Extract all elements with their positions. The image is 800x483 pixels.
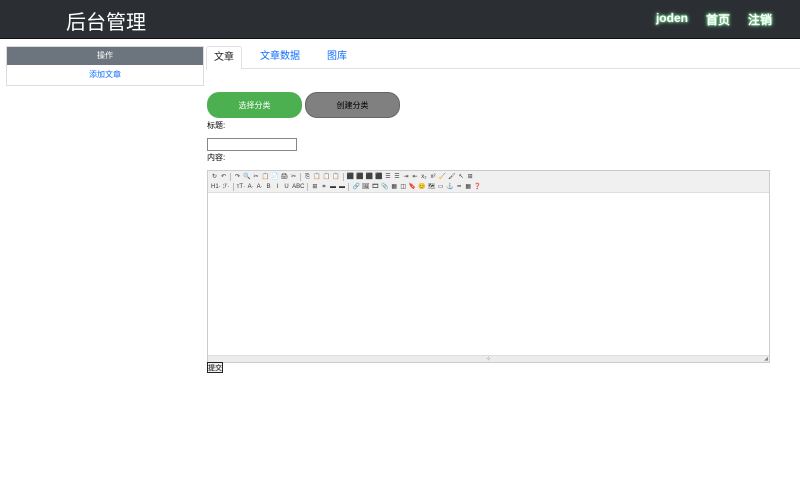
toolbar-r2-button-18-icon[interactable]: ◫ [400, 183, 407, 191]
toolbar-separator [307, 183, 309, 191]
editor-statusbar: ⊹ [208, 355, 769, 362]
toolbar-r1-button-3-icon[interactable]: 🔍 [243, 173, 250, 181]
toolbar-r1-button-2-icon[interactable]: ↷ [234, 173, 241, 181]
toolbar-r1-button-14-icon[interactable]: ⬛ [356, 173, 363, 181]
toolbar-r1-button-23-icon[interactable]: 🧹 [438, 173, 445, 181]
toolbar-r2-button-5-icon[interactable]: B [265, 183, 272, 191]
toolbar-r1-button-26-icon[interactable]: ⊞ [467, 173, 474, 181]
content-label: 内容: [207, 153, 226, 162]
title-input[interactable] [207, 138, 297, 151]
toolbar-r1-button-0-icon[interactable]: ↻ [211, 173, 218, 181]
nav-links: joden 首页 注销 [656, 11, 772, 28]
toolbar-r2-button-9-icon[interactable]: ⊞ [311, 183, 318, 191]
toolbar-r2-button-20-icon[interactable]: 😊 [418, 183, 425, 191]
editor-corner-resize-icon[interactable]: ◢ [764, 356, 768, 362]
choose-category-button[interactable]: 选择分类 [207, 92, 302, 118]
toolbar-r2-button-2-icon[interactable]: ᴛT· [237, 183, 245, 191]
toolbar-r1-button-7-icon[interactable]: 🖨 [280, 173, 288, 181]
editor-toolbar: ↻ ↶ ↷ 🔍 ✂ 📋 📄 🖨 ✂ ⎘ 📋 📋 📋 ⬛ ⬛ ⬛ ⬛ ☰ ☰ ⇥ ⇤ x₂ x² 🧹 🖌 ↖ ⊞ H1· ℱ· ᴛT· A·… [208, 171, 769, 193]
toolbar-separator [348, 183, 350, 191]
toolbar-r1-button-20-icon[interactable]: ⇤ [411, 173, 418, 181]
editor-content-area[interactable] [208, 194, 769, 356]
sidebar-item-add-article[interactable]: 添加文章 [7, 65, 203, 85]
sidebar-heading: 操作 [7, 47, 203, 65]
nav-home-link[interactable]: 首页 [706, 11, 730, 28]
toolbar-r1-button-6-icon[interactable]: 📄 [271, 173, 278, 181]
nav-logout-link[interactable]: 注销 [748, 11, 772, 28]
rich-text-editor: ↻ ↶ ↷ 🔍 ✂ 📋 📄 🖨 ✂ ⎘ 📋 📋 📋 ⬛ ⬛ ⬛ ⬛ ☰ ☰ ⇥ ⇤ x₂ x² 🧹 🖌 ↖ ⊞ H1· ℱ· ᴛT· A·… [207, 170, 770, 363]
toolbar-r2-button-10-icon[interactable]: ⌗ [320, 183, 327, 191]
sidebar: 操作 添加文章 [6, 46, 204, 86]
toolbar-separator [342, 173, 344, 181]
toolbar-r1-button-1-icon[interactable]: ↶ [220, 173, 227, 181]
toolbar-r1-button-19-icon[interactable]: ⇥ [402, 173, 409, 181]
toolbar-r2-button-3-icon[interactable]: A· [247, 183, 254, 191]
toolbar-r1-button-13-icon[interactable]: ⬛ [347, 173, 354, 181]
toolbar-r2-button-25-icon[interactable]: ▦ [465, 183, 472, 191]
top-navbar: 后台管理 joden 首页 注销 [0, 0, 800, 39]
toolbar-separator [300, 173, 302, 181]
toolbar-r2-button-17-icon[interactable]: ▦ [391, 183, 398, 191]
tab-article-data[interactable]: 文章数据 [256, 46, 304, 68]
toolbar-separator [230, 173, 231, 181]
toolbar-separator [232, 183, 234, 191]
tab-gallery[interactable]: 图库 [320, 46, 354, 68]
toolbar-r1-button-12-icon[interactable]: 📋 [332, 173, 339, 181]
toolbar-r2-button-13-icon[interactable]: 🔗 [352, 183, 359, 191]
toolbar-r1-button-11-icon[interactable]: 📋 [323, 173, 330, 181]
toolbar-r2-button-22-icon[interactable]: ▭ [437, 183, 444, 191]
toolbar-r1-button-22-icon[interactable]: x² [429, 173, 436, 181]
toolbar-r2-button-11-icon[interactable]: ▬ [329, 183, 336, 191]
editor-toolbar-row-2: H1· ℱ· ᴛT· A· A· B I U ABC ⊞ ⌗ ▬ ▬ 🔗 🖼 🎞 📎 ▦ ◫ 🔖 😊 🗺 ▭ ⚓ ━ ▦ ❓ [211, 182, 766, 192]
toolbar-r2-button-26-icon[interactable]: ❓ [474, 183, 481, 191]
toolbar-r2-button-14-icon[interactable]: 🖼 [362, 183, 370, 191]
title-label: 标题: [207, 121, 226, 130]
toolbar-r1-button-5-icon[interactable]: 📋 [261, 173, 268, 181]
toolbar-r2-button-23-icon[interactable]: ⚓ [446, 183, 453, 191]
toolbar-r2-button-8-icon[interactable]: ABC [292, 183, 304, 191]
create-category-button[interactable]: 创建分类 [305, 92, 400, 118]
toolbar-r2-button-19-icon[interactable]: 🔖 [409, 183, 416, 191]
toolbar-r1-button-15-icon[interactable]: ⬛ [366, 173, 373, 181]
toolbar-r2-button-24-icon[interactable]: ━ [456, 183, 463, 191]
brand-title[interactable]: 后台管理 [66, 6, 146, 35]
toolbar-r2-button-1-icon[interactable]: ℱ· [223, 183, 230, 191]
tab-bar: 文章 文章数据 图库 [206, 46, 800, 70]
tab-articles[interactable]: 文章 [206, 46, 242, 70]
toolbar-r1-button-25-icon[interactable]: ↖ [458, 173, 465, 181]
nav-user-link[interactable]: joden [656, 11, 688, 28]
toolbar-r1-button-18-icon[interactable]: ☰ [393, 173, 400, 181]
toolbar-r1-button-10-icon[interactable]: 📋 [313, 173, 320, 181]
toolbar-r2-button-21-icon[interactable]: 🗺 [428, 183, 436, 191]
toolbar-r2-button-7-icon[interactable]: U [283, 183, 290, 191]
submit-button[interactable]: 提交 [207, 362, 223, 373]
toolbar-r1-button-17-icon[interactable]: ☰ [384, 173, 391, 181]
editor-toolbar-row-1: ↻ ↶ ↷ 🔍 ✂ 📋 📄 🖨 ✂ ⎘ 📋 📋 📋 ⬛ ⬛ ⬛ ⬛ ☰ ☰ ⇥ ⇤ x₂ x² 🧹 🖌 ↖ ⊞ [211, 172, 766, 182]
toolbar-r1-button-8-icon[interactable]: ✂ [290, 173, 297, 181]
toolbar-r2-button-15-icon[interactable]: 🎞 [372, 183, 380, 191]
toolbar-r2-button-12-icon[interactable]: ▬ [338, 183, 345, 191]
toolbar-r1-button-21-icon[interactable]: x₂ [420, 173, 427, 181]
editor-resize-handle-icon[interactable]: ⊹ [486, 356, 490, 362]
toolbar-r1-button-9-icon[interactable]: ⎘ [304, 173, 311, 181]
toolbar-r2-button-6-icon[interactable]: I [274, 183, 281, 191]
toolbar-r1-button-24-icon[interactable]: 🖌 [448, 173, 456, 181]
toolbar-r2-button-16-icon[interactable]: 📎 [381, 183, 388, 191]
toolbar-r1-button-16-icon[interactable]: ⬛ [375, 173, 382, 181]
toolbar-r2-button-0-icon[interactable]: H1· [211, 183, 221, 191]
toolbar-r1-button-4-icon[interactable]: ✂ [252, 173, 259, 181]
toolbar-r2-button-4-icon[interactable]: A· [256, 183, 263, 191]
